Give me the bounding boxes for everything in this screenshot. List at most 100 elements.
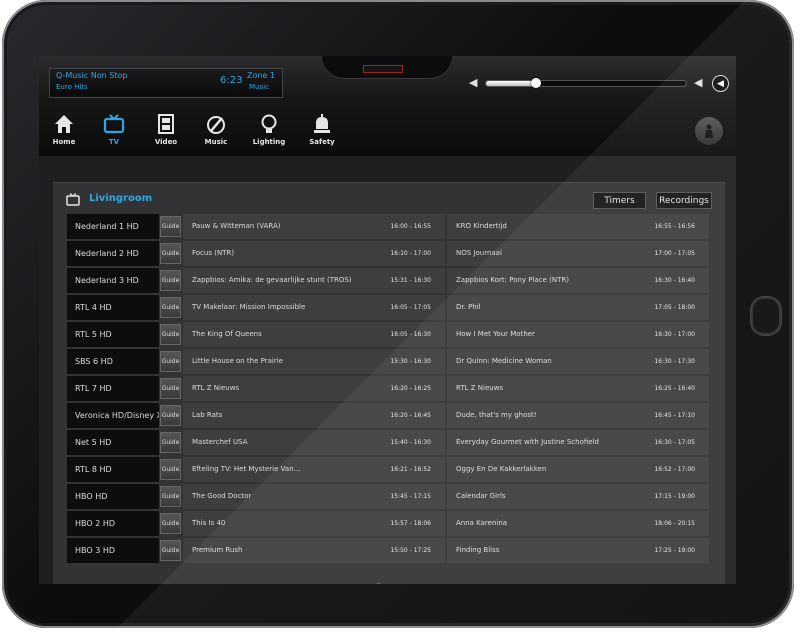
channel-name[interactable]: Net 5 HD — [67, 430, 159, 455]
channel-name[interactable]: RTL 8 HD — [67, 457, 159, 482]
current-program[interactable]: RTL Z Nieuws 16:20 - 16:25 — [183, 376, 445, 401]
current-program-title: Lab Rats — [192, 411, 223, 419]
music-icon — [207, 116, 225, 134]
current-program[interactable]: Masterchef USA 15:40 - 16:30 — [183, 430, 445, 455]
current-program[interactable]: Zappbios: Amika: de gevaarlijke stunt (T… — [183, 268, 445, 293]
next-program[interactable]: Dr. Phil 17:05 - 18:00 — [447, 295, 709, 320]
current-program-title: The King Of Queens — [192, 330, 262, 338]
current-program[interactable]: Lab Rats 16:20 - 16:45 — [183, 403, 445, 428]
current-program-title: TV Makelaar: Mission Impossible — [192, 303, 306, 311]
guide-button[interactable]: Guide — [160, 405, 181, 426]
next-program-time: 16:25 - 16:40 — [654, 385, 695, 392]
current-program[interactable]: The Good Doctor 15:45 - 17:15 — [183, 484, 445, 509]
volume-slider[interactable] — [485, 80, 687, 87]
next-program[interactable]: Calendar Girls 17:15 - 19:00 — [447, 484, 709, 509]
guide-button[interactable]: Guide — [160, 351, 181, 372]
user-button[interactable] — [695, 117, 723, 145]
channel-name[interactable]: SBS 6 HD — [67, 349, 159, 374]
guide-button[interactable]: Guide — [160, 297, 181, 318]
current-program[interactable]: Pauw & Witteman (VARA) 16:00 - 16:55 — [183, 214, 445, 239]
guide-button[interactable]: Guide — [160, 486, 181, 507]
next-program[interactable]: Dude, that's my ghost! 16:45 - 17:10 — [447, 403, 709, 428]
current-program[interactable]: Efteling TV: Het Mysterie Van... 16:21 - … — [183, 457, 445, 482]
next-program[interactable]: Anna Karenina 18:06 - 20:15 — [447, 511, 709, 536]
next-program-title: Dr. Phil — [456, 303, 481, 311]
next-program[interactable]: Everyday Gourmet with Justine Schofield 1… — [447, 430, 709, 455]
channel-name[interactable]: Nederland 2 HD — [67, 241, 159, 266]
guide-button[interactable]: Guide — [160, 459, 181, 480]
volume-knob[interactable] — [530, 78, 541, 88]
next-program[interactable]: Dr Quinn: Medicine Woman 16:30 - 17:30 — [447, 349, 709, 374]
guide-button[interactable]: Guide — [160, 540, 181, 561]
nav-safety[interactable]: Safety — [300, 113, 344, 146]
guide-button[interactable]: Guide — [160, 216, 181, 237]
home-icon — [55, 115, 73, 133]
tablet-home-button[interactable] — [751, 297, 781, 335]
next-program[interactable]: Zappbios Kort: Pony Place (NTR) 16:30 - 1… — [447, 268, 709, 293]
nav-home-label: Home — [52, 138, 76, 146]
current-program-title: Efteling TV: Het Mysterie Van... — [192, 465, 301, 473]
channel-name[interactable]: HBO HD — [67, 484, 159, 509]
current-program[interactable]: Premium Rush 15:50 - 17:25 — [183, 538, 445, 563]
nav-lighting-label: Lighting — [252, 138, 286, 146]
channel-name[interactable]: RTL 7 HD — [67, 376, 159, 401]
lightbulb-icon — [261, 114, 277, 133]
guide-button[interactable]: Guide — [160, 243, 181, 264]
channel-row: RTL 5 HD Guide The King Of Queens 16:05 - 1… — [67, 322, 711, 347]
timers-button[interactable]: Timers — [593, 192, 646, 209]
channel-row: SBS 6 HD Guide Little House on the Prairie… — [67, 349, 711, 374]
pull-down-tab[interactable] — [363, 65, 403, 73]
channel-name[interactable]: HBO 3 HD — [67, 538, 159, 563]
current-program[interactable]: This Is 40 15:57 - 18:06 — [183, 511, 445, 536]
next-program[interactable]: Finding Bliss 17:25 - 19:00 — [447, 538, 709, 563]
scroll-up-icon[interactable]: ︿ — [374, 575, 383, 584]
nav-tv[interactable]: TV — [92, 113, 136, 146]
channel-name[interactable]: HBO 2 HD — [67, 511, 159, 536]
next-program-title: Oggy En De Kakkerlakken — [456, 465, 547, 473]
next-program[interactable]: RTL Z Nieuws 16:25 - 16:40 — [447, 376, 709, 401]
channel-name[interactable]: Nederland 3 HD — [67, 268, 159, 293]
nav-lighting[interactable]: Lighting — [247, 113, 291, 146]
next-program-title: Dr Quinn: Medicine Woman — [456, 357, 552, 365]
guide-button[interactable]: Guide — [160, 324, 181, 345]
next-program-time: 16:30 - 17:30 — [654, 358, 695, 365]
guide-button[interactable]: Guide — [160, 270, 181, 291]
guide-button[interactable]: Guide — [160, 513, 181, 534]
channel-row: RTL 4 HD Guide TV Makelaar: Mission Imposs… — [67, 295, 711, 320]
guide-button[interactable]: Guide — [160, 432, 181, 453]
now-playing-track: Euro Hits — [56, 83, 88, 91]
app-screen: Q-Music Non Stop Euro Hits 6:23 Zone 1 M… — [39, 56, 736, 584]
next-program-title: Anna Karenina — [456, 519, 508, 527]
channel-row: RTL 8 HD Guide Efteling TV: Het Mysterie V… — [67, 457, 711, 482]
current-program[interactable]: TV Makelaar: Mission Impossible 16:05 - 1… — [183, 295, 445, 320]
current-program-title: The Good Doctor — [192, 492, 252, 500]
channel-name[interactable]: RTL 5 HD — [67, 322, 159, 347]
next-program[interactable]: Oggy En De Kakkerlakken 16:52 - 17:00 — [447, 457, 709, 482]
current-program[interactable]: Focus (NTR) 16:10 - 17:00 — [183, 241, 445, 266]
nav-music[interactable]: Music — [194, 113, 238, 146]
next-program-time: 17:05 - 18:00 — [654, 304, 695, 311]
next-program-title: KRO Kindertijd — [456, 222, 507, 230]
current-program-title: Pauw & Witteman (VARA) — [192, 222, 281, 230]
channel-name[interactable]: RTL 4 HD — [67, 295, 159, 320]
current-program-title: Premium Rush — [192, 546, 243, 554]
next-program[interactable]: NOS Journaal 17:00 - 17:05 — [447, 241, 709, 266]
channel-name[interactable]: Nederland 1 HD — [67, 214, 159, 239]
next-program[interactable]: KRO Kindertijd 16:55 - 16:56 — [447, 214, 709, 239]
mute-button[interactable]: ◀ — [712, 75, 729, 92]
channel-name[interactable]: Veronica HD/Disney XD — [67, 403, 159, 428]
current-program-title: Zappbios: Amika: de gevaarlijke stunt (T… — [192, 276, 352, 284]
current-program-time: 16:20 - 16:45 — [390, 412, 431, 419]
next-program[interactable]: How I Met Your Mother 16:30 - 17:00 — [447, 322, 709, 347]
current-program[interactable]: Little House on the Prairie 15:30 - 16:30 — [183, 349, 445, 374]
next-program-time: 17:00 - 17:05 — [654, 250, 695, 257]
guide-button[interactable]: Guide — [160, 378, 181, 399]
nav-video[interactable]: Video — [144, 113, 188, 146]
current-program[interactable]: The King Of Queens 16:05 - 16:30 — [183, 322, 445, 347]
now-playing-panel[interactable]: Q-Music Non Stop Euro Hits 6:23 Zone 1 M… — [49, 68, 283, 98]
nav-home[interactable]: Home — [42, 113, 86, 146]
next-program-title: NOS Journaal — [456, 249, 502, 257]
channel-row: Nederland 3 HD Guide Zappbios: Amika: de g… — [67, 268, 711, 293]
volume-fill — [486, 81, 536, 86]
recordings-button[interactable]: Recordings — [656, 192, 712, 209]
